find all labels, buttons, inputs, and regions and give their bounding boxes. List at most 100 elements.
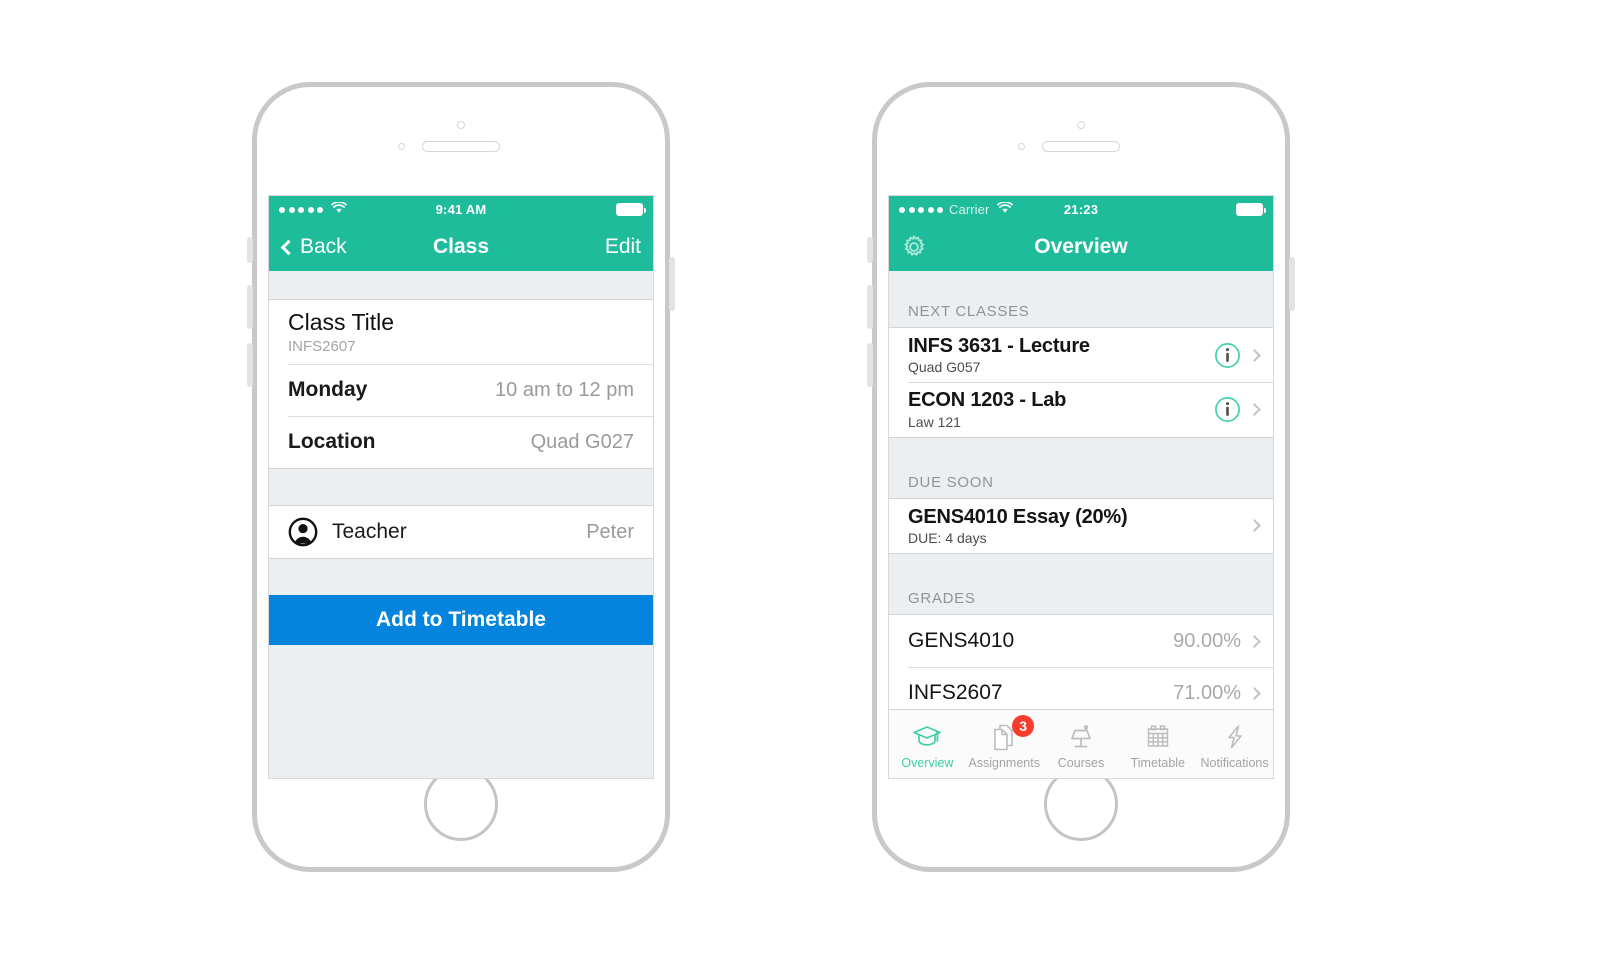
- mute-switch[interactable]: [247, 237, 253, 263]
- list-item-texts: INFS2607: [908, 681, 1003, 705]
- list-item-texts: GENS4010: [908, 629, 1014, 653]
- row-location[interactable]: Location Quad G027: [269, 416, 653, 469]
- canvas: 9:41 AM Back Class Edit Class Title INFS…: [0, 0, 1600, 965]
- lightning-bolt-icon: [1219, 723, 1251, 753]
- teacher-value: Peter: [586, 520, 634, 543]
- phone-device-right: Carrier 21:23 Overview NEXT CLASSES INFS…: [867, 82, 1295, 872]
- row-day[interactable]: Monday 10 am to 12 pm: [269, 364, 653, 417]
- tab-label: Timetable: [1130, 756, 1185, 770]
- tab-assignments[interactable]: 3 Assignments: [966, 710, 1043, 778]
- add-to-timetable-button[interactable]: Add to Timetable: [269, 595, 653, 646]
- person-avatar-icon: [288, 517, 318, 547]
- location-value: Quad G027: [530, 430, 634, 453]
- list-item[interactable]: ECON 1203 - Lab Law 121: [889, 382, 1273, 437]
- edit-button[interactable]: Edit: [605, 235, 641, 259]
- graduation-cap-icon: [911, 723, 943, 753]
- chevron-left-icon: [280, 239, 297, 255]
- volume-up-button[interactable]: [867, 285, 873, 329]
- tab-timetable[interactable]: Timetable: [1119, 710, 1196, 778]
- tab-courses[interactable]: Courses: [1043, 710, 1120, 778]
- group-due-soon: GENS4010 Essay (20%) DUE: 4 days: [889, 497, 1273, 555]
- nav-bar-overview: Overview: [889, 223, 1273, 271]
- list-item-texts: ECON 1203 - Lab Law 121: [908, 389, 1066, 429]
- earpiece-speaker: [1042, 141, 1120, 152]
- tab-label: Notifications: [1200, 756, 1269, 770]
- list-item-title: ECON 1203 - Lab: [908, 389, 1067, 412]
- class-info-group: Class Title INFS2607 Monday 10 am to 12 …: [269, 299, 653, 470]
- info-circle-icon[interactable]: [1214, 342, 1241, 369]
- grade-value: 71.00%: [1173, 681, 1241, 704]
- row-teacher[interactable]: Teacher Peter: [269, 506, 653, 559]
- power-button[interactable]: [1289, 257, 1295, 311]
- phone-device-left: 9:41 AM Back Class Edit Class Title INFS…: [247, 82, 675, 872]
- row-class-title[interactable]: Class Title INFS2607: [269, 300, 653, 365]
- volume-down-button[interactable]: [247, 343, 253, 387]
- group-grades: GENS4010 90.00% INFS2607 71.00%: [889, 614, 1273, 720]
- class-title-value: INFS2607: [288, 338, 356, 356]
- tab-notifications[interactable]: Notifications: [1196, 710, 1273, 778]
- section-header-due-soon: DUE SOON: [889, 463, 1273, 498]
- day-value: 10 am to 12 pm: [495, 378, 634, 401]
- gear-icon[interactable]: [901, 234, 927, 260]
- grade-course-label: GENS4010: [908, 629, 1015, 653]
- tab-bar: Overview 3 Assignments Courses Timetable…: [889, 709, 1273, 778]
- volume-down-button[interactable]: [867, 343, 873, 387]
- list-item-accessories: 71.00%: [1173, 681, 1261, 705]
- section-header-next-classes: NEXT CLASSES: [889, 293, 1273, 327]
- list-item-title: GENS4010 Essay (20%): [908, 505, 1128, 528]
- tab-overview[interactable]: Overview: [889, 710, 966, 778]
- grade-course-label: INFS2607: [908, 681, 1003, 705]
- class-title-label: Class Title: [288, 309, 395, 335]
- tab-label: Courses: [1057, 756, 1105, 770]
- spacer-before-cta: [269, 559, 653, 596]
- status-bar-right: Carrier 21:23: [889, 196, 1273, 223]
- power-button[interactable]: [669, 257, 675, 311]
- proximity-sensor-icon: [398, 143, 405, 150]
- list-item-accessories: [1248, 519, 1261, 533]
- status-left-group: [279, 201, 347, 217]
- battery-full-icon: [1236, 203, 1266, 216]
- volume-up-button[interactable]: [247, 285, 253, 329]
- location-label: Location: [288, 430, 376, 454]
- list-item-texts: INFS 3631 - Lecture Quad G057: [908, 335, 1090, 375]
- mute-switch[interactable]: [867, 237, 873, 263]
- wifi-icon: [997, 201, 1014, 217]
- chevron-right-icon: [1248, 519, 1261, 533]
- assignments-badge: 3: [1012, 715, 1035, 737]
- list-item-accessories: [1214, 396, 1261, 423]
- list-item[interactable]: GENS4010 90.00%: [889, 615, 1273, 668]
- teacher-label: Teacher: [332, 520, 407, 544]
- chevron-right-icon: [1248, 634, 1261, 648]
- spacer-mid: [269, 469, 653, 506]
- list-item-accessories: 90.00%: [1173, 629, 1261, 653]
- tab-label: Assignments: [968, 756, 1040, 770]
- list-item[interactable]: INFS 3631 - Lecture Quad G057: [889, 328, 1273, 383]
- status-right-group: [616, 203, 646, 216]
- chevron-right-icon: [1248, 403, 1261, 416]
- info-circle-icon[interactable]: [1214, 396, 1241, 423]
- list-item-texts: GENS4010 Essay (20%) DUE: 4 days: [908, 505, 1128, 547]
- front-camera-icon: [1077, 121, 1085, 129]
- spacer-top: [889, 271, 1273, 293]
- signal-strength-icon: [279, 206, 323, 213]
- proximity-sensor-icon: [1018, 143, 1025, 150]
- screen-class-detail: 9:41 AM Back Class Edit Class Title INFS…: [268, 195, 654, 779]
- wifi-icon: [331, 201, 347, 217]
- signal-strength-icon: [899, 206, 943, 213]
- battery-full-icon: [616, 203, 646, 216]
- class-detail-content: Class Title INFS2607 Monday 10 am to 12 …: [269, 271, 653, 778]
- list-item-subtitle: DUE: 4 days: [908, 530, 987, 547]
- status-bar-left: 9:41 AM: [269, 196, 653, 223]
- nav-bar-class: Back Class Edit: [269, 223, 653, 271]
- tab-label: Overview: [901, 756, 954, 770]
- calendar-icon: [1142, 723, 1174, 753]
- list-item-subtitle: Law 121: [908, 413, 961, 430]
- group-next-classes: INFS 3631 - Lecture Quad G057 ECON 1203 …: [889, 327, 1273, 438]
- list-item[interactable]: GENS4010 Essay (20%) DUE: 4 days: [889, 498, 1273, 554]
- list-item-subtitle: Quad G057: [908, 359, 981, 376]
- status-left-group: Carrier: [899, 201, 1014, 217]
- front-camera-icon: [457, 121, 465, 129]
- grade-value: 90.00%: [1173, 629, 1241, 652]
- back-button[interactable]: Back: [280, 235, 347, 259]
- chevron-right-icon: [1248, 348, 1261, 362]
